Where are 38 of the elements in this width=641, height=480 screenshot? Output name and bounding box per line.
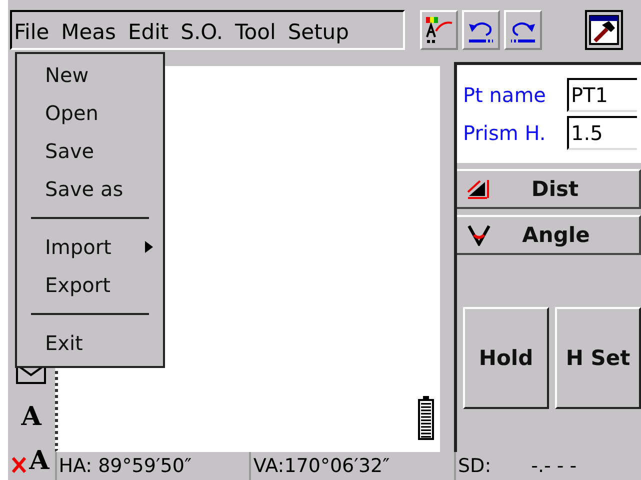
- status-value: -.- - -: [531, 455, 577, 477]
- submenu-arrow-icon: [145, 241, 154, 253]
- menu-title[interactable]: S.O.: [180, 20, 224, 44]
- status-reading: HA: 89°59′50″: [58, 455, 192, 477]
- mode-button[interactable]: Angle: [457, 215, 641, 255]
- status-reading: VA:170°06′32″: [253, 455, 390, 477]
- pen-palette-icon: [424, 15, 454, 45]
- font-off-tool[interactable]: A: [11, 444, 52, 478]
- action-button[interactable]: Hold: [463, 307, 549, 409]
- hammer-icon: [589, 15, 619, 45]
- menu-item[interactable]: Save: [17, 132, 163, 170]
- menu-item[interactable]: Import: [17, 228, 163, 266]
- battery-icon: [418, 396, 434, 440]
- undo-button[interactable]: [462, 10, 500, 50]
- menu-item[interactable]: New: [17, 56, 163, 94]
- redo-button[interactable]: [504, 10, 542, 50]
- pen-palette-button[interactable]: [420, 10, 458, 50]
- angle-icon: [467, 224, 493, 246]
- menu-item[interactable]: Save as: [17, 170, 163, 208]
- status-reading: SD:: [458, 455, 492, 477]
- action-button[interactable]: H Set: [555, 307, 641, 409]
- hammer-button[interactable]: [585, 10, 623, 50]
- menu-title[interactable]: Edit: [128, 20, 169, 44]
- cross-icon: [11, 456, 28, 474]
- field-label: Prism H.: [463, 121, 547, 145]
- menu-title[interactable]: Meas: [61, 20, 116, 44]
- menu-title[interactable]: Setup: [288, 20, 349, 44]
- menu-item[interactable]: Export: [17, 266, 163, 304]
- triangle-icon: [467, 178, 491, 200]
- field-label: Pt name: [463, 83, 547, 107]
- font-tool[interactable]: A: [11, 400, 52, 434]
- menu-title[interactable]: File: [14, 20, 50, 44]
- mode-button[interactable]: Dist: [457, 169, 641, 209]
- menu-item[interactable]: Exit: [17, 324, 163, 362]
- input-field[interactable]: PT1: [567, 78, 637, 112]
- menu-title[interactable]: Tool: [235, 20, 276, 44]
- menu-item[interactable]: Open: [17, 94, 163, 132]
- input-field[interactable]: 1.5: [567, 116, 637, 150]
